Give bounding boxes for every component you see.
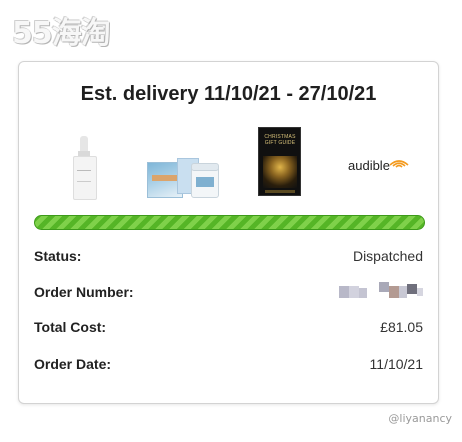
status-row: Status: Dispatched	[34, 248, 423, 268]
audible-wordmark: audible	[348, 158, 390, 173]
total-cost-row: Total Cost: £81.05	[34, 319, 423, 339]
status-label: Status:	[34, 248, 82, 264]
order-number-redacted	[339, 282, 423, 302]
delivery-progress-bar	[34, 215, 425, 230]
order-number-label: Order Number:	[34, 284, 134, 300]
order-number-row: Order Number:	[34, 282, 423, 304]
total-cost-value: £81.05	[380, 319, 423, 335]
product-image-skincare-kit[interactable]	[147, 156, 219, 198]
order-date-label: Order Date:	[34, 356, 112, 372]
delivery-card: Est. delivery 11/10/21 - 27/10/21 CHRIST…	[18, 61, 439, 404]
site-watermark-logo: 55海淘	[12, 16, 111, 51]
order-date-row: Order Date: 11/10/21	[34, 356, 423, 376]
status-value: Dispatched	[352, 248, 423, 264]
book-cover-text: CHRISTMAS GIFT GUIDE	[264, 134, 296, 146]
delivery-estimate-title: Est. delivery 11/10/21 - 27/10/21	[80, 83, 377, 105]
product-image-audible[interactable]: audible	[348, 155, 410, 177]
audible-signal-icon	[389, 160, 409, 168]
order-date-value: 11/10/21	[369, 356, 423, 372]
watermark-credit: @liyanancy	[388, 412, 452, 425]
delivery-progress-fill	[35, 216, 424, 229]
product-image-serum[interactable]	[69, 136, 99, 200]
total-cost-label: Total Cost:	[34, 319, 107, 335]
product-image-gift-guide-book[interactable]: CHRISTMAS GIFT GUIDE	[258, 127, 301, 196]
